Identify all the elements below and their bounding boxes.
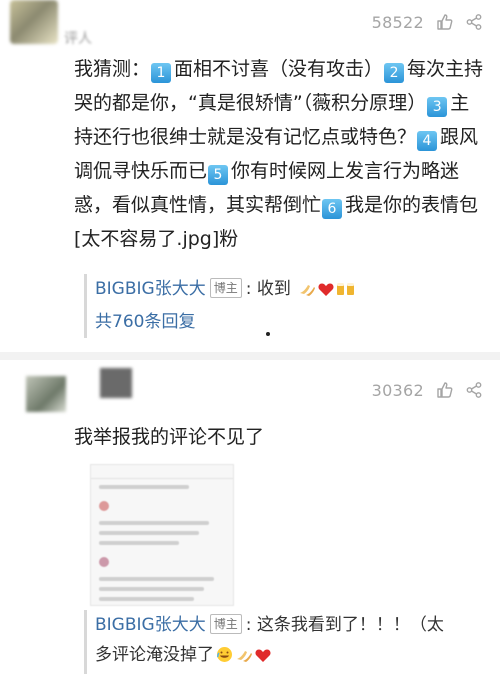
avatar[interactable] [10, 0, 58, 44]
share-icon[interactable] [464, 12, 484, 32]
comment-text: 我猜测： 1 面相不讨喜（没有攻击） 2 每次主持哭的都是你，“真是很矫情”（薇积分原理… [74, 52, 486, 256]
reply-author[interactable]: BIGBIG张大大 [95, 615, 206, 635]
attached-screenshot[interactable] [90, 464, 234, 606]
heart-emoji-icon [255, 643, 271, 673]
screenshot-tabs [91, 465, 233, 479]
author-badge: 博主 [209, 614, 242, 634]
number-badge: 6 [322, 199, 343, 219]
screenshot-line [99, 485, 189, 489]
reply-line: 多评论淹没掉了 [95, 640, 495, 673]
author-badge: 博主 [209, 278, 242, 298]
heart-emoji-icon [318, 277, 334, 307]
dot [266, 332, 270, 336]
like-count: 30362 [371, 380, 424, 400]
screenshot-avatar [99, 501, 109, 511]
clap-emoji-icon [235, 643, 253, 673]
screenshot-line [99, 531, 199, 535]
reply-preview[interactable]: BIGBIG张大大 博主: 这条我看到了！！！（太 多评论淹没掉了 [84, 610, 495, 674]
screenshot-line [99, 521, 209, 525]
reply-author[interactable]: BIGBIG张大大 [95, 279, 206, 299]
reply-text: : 这条我看到了！！！（太 [245, 615, 444, 635]
like-count: 58522 [371, 12, 424, 32]
comment-2: 30362 我举报我的评论不见了 BIGBIG张大大 博主: 这条我看到了！！！（… [0, 360, 500, 680]
number-badge: 4 [417, 131, 438, 151]
number-badge: 1 [151, 63, 172, 83]
comment-actions: 58522 [372, 12, 484, 32]
number-badge: 2 [384, 63, 405, 83]
reply-text: 多评论淹没掉了 [95, 645, 214, 665]
laugh-cry-emoji-icon [216, 643, 233, 673]
reply-line: BIGBIG张大大 博主: 收到 [95, 274, 495, 307]
number-badge: 3 [427, 97, 448, 117]
screenshot-line [99, 577, 214, 581]
reply-preview[interactable]: BIGBIG张大大 博主: 收到 共760条回复 [84, 274, 495, 338]
clap-emoji-icon [298, 277, 316, 307]
screenshot-line [99, 597, 194, 601]
thumbs-up-icon[interactable] [434, 380, 454, 400]
avatar-obscured [100, 368, 132, 398]
username[interactable]: 评人 [64, 28, 92, 48]
screenshot-avatar [99, 557, 109, 567]
divider [0, 352, 500, 360]
reply-text: : 收到 [245, 279, 291, 299]
comment-actions: 30362 [372, 380, 484, 400]
reply-line: BIGBIG张大大 博主: 这条我看到了！！！（太 [95, 610, 495, 640]
comment-1: 评人 58522 我猜测： 1 面相不讨喜（没有攻击） 2 每次主持哭的都是你，“真是很… [0, 0, 500, 352]
comment-text-segment: 面相不讨喜（没有攻击） [174, 58, 384, 80]
thumbs-up-icon[interactable] [434, 12, 454, 32]
comment-text-segment: 我猜测： [74, 58, 151, 80]
more-replies-link[interactable]: 共760条回复 [95, 307, 495, 337]
share-icon[interactable] [464, 380, 484, 400]
beer-emoji-icon [336, 277, 356, 307]
number-badge: 5 [208, 165, 229, 185]
comment-text: 我举报我的评论不见了 [74, 426, 265, 448]
screenshot-line [99, 587, 204, 591]
avatar[interactable] [26, 376, 66, 412]
screenshot-line [99, 541, 179, 545]
